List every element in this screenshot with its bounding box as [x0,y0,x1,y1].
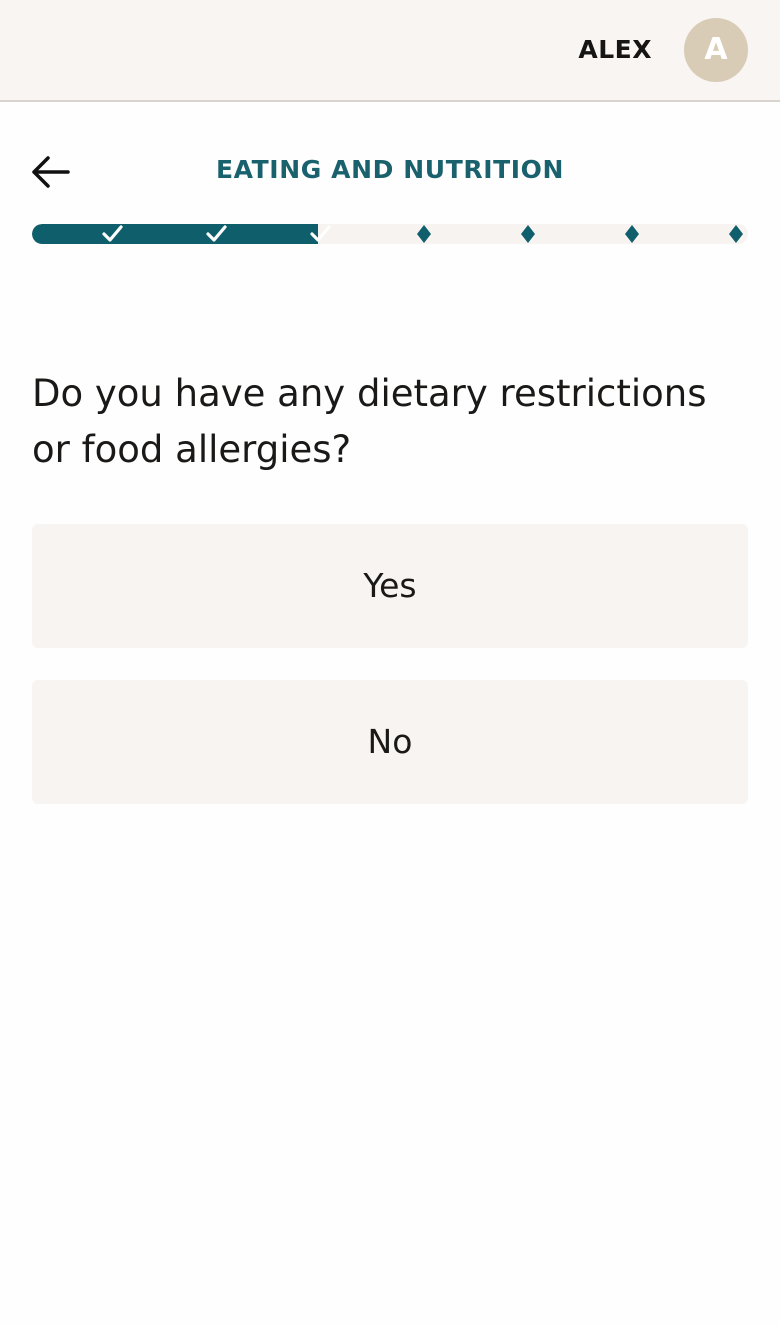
top-bar: ALEX A [0,0,780,102]
user-name: ALEX [578,35,652,64]
answer-yes-button[interactable]: Yes [32,524,748,648]
diamond-icon [625,225,639,243]
diamond-icon [521,225,535,243]
progress-bar [32,224,748,244]
answer-yes-label: Yes [363,566,417,605]
progress-step-pending [724,224,748,244]
progress-step-pending [516,224,540,244]
checkmark-icon [102,225,123,242]
progress-step-complete [100,224,124,244]
answer-no-button[interactable]: No [32,680,748,804]
answer-no-label: No [367,722,413,761]
progress-step-pending [620,224,644,244]
avatar[interactable]: A [684,18,748,82]
diamond-icon [729,225,743,243]
checkmark-icon [310,225,331,242]
progress-step-complete [308,224,332,244]
progress-fill [32,224,319,244]
checkmark-icon [206,225,227,242]
avatar-initial: A [704,32,728,67]
section-title: EATING AND NUTRITION [215,155,565,184]
progress-step-complete [204,224,228,244]
progress-step-pending [412,224,436,244]
question-text: Do you have any dietary restrictions or … [32,372,707,471]
diamond-icon [417,225,431,243]
